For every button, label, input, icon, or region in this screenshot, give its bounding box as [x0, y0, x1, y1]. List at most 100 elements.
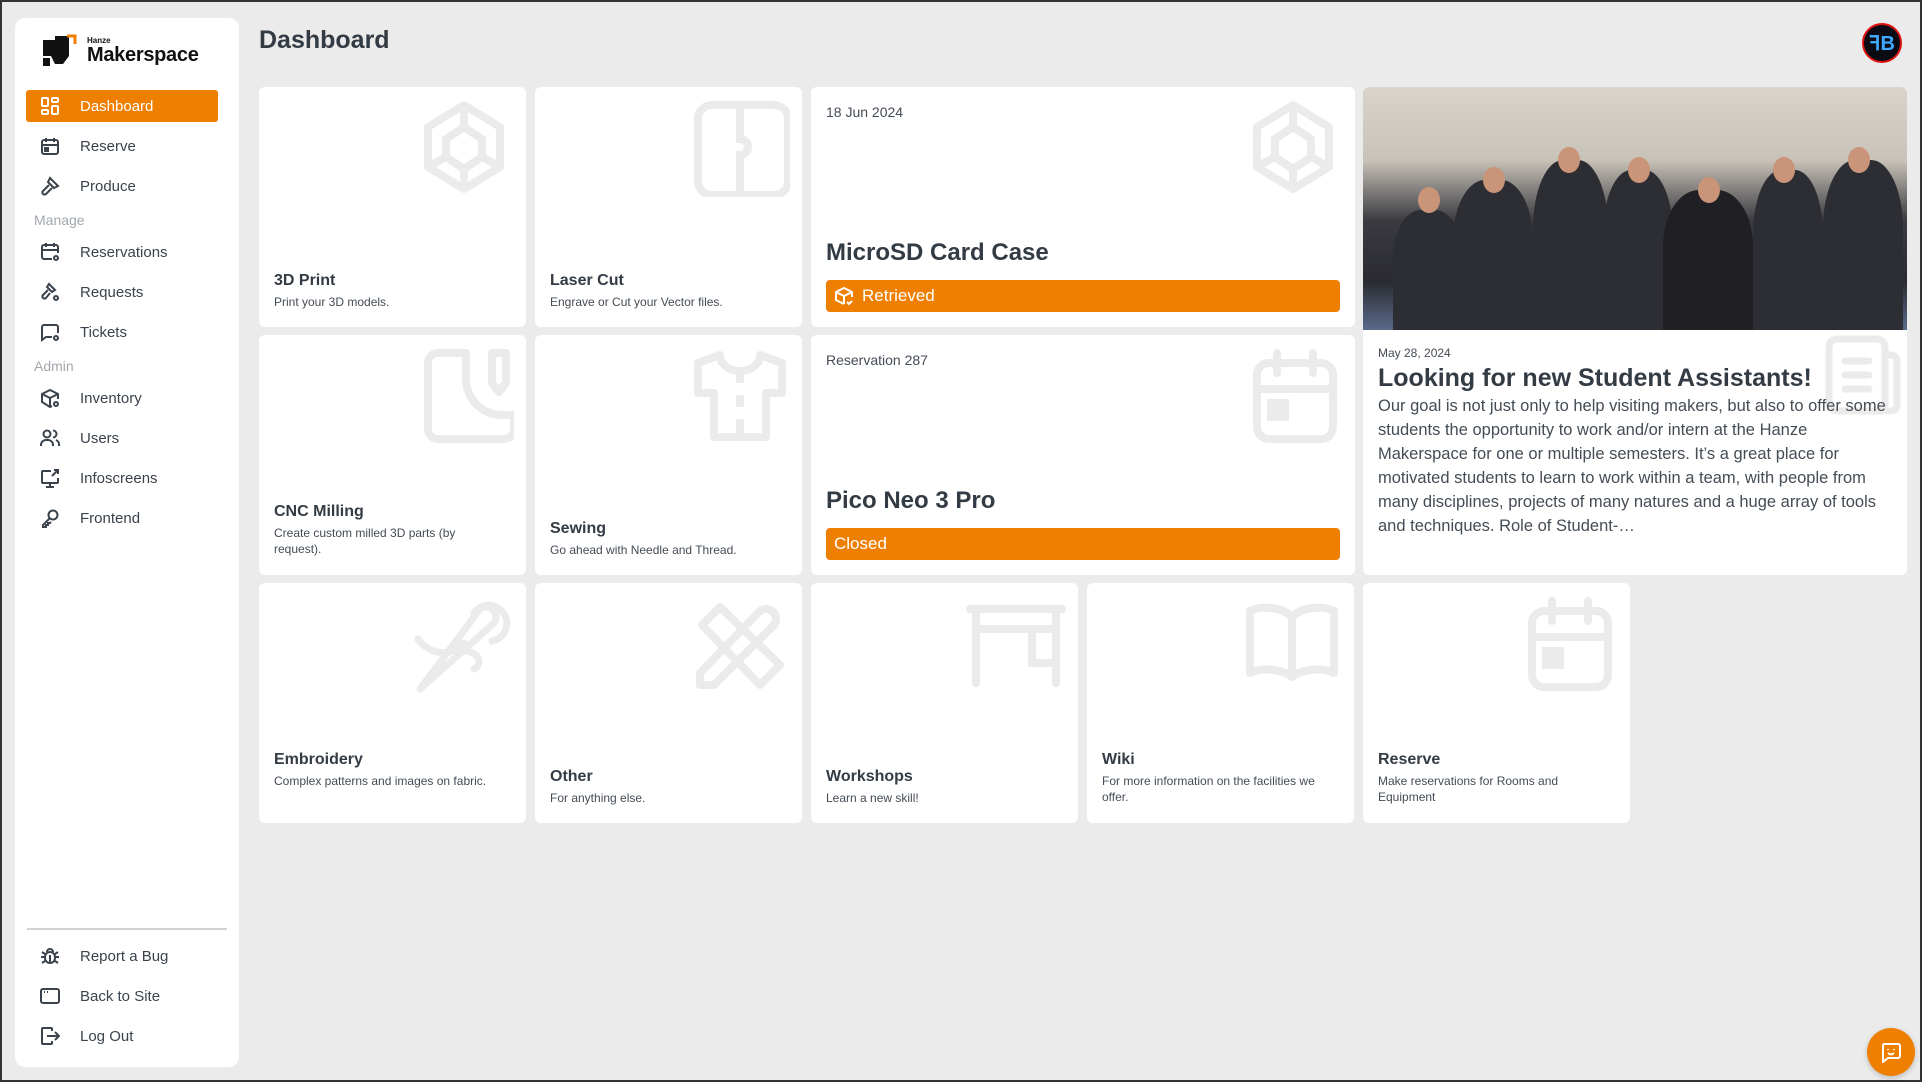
sidebar-item-label: Report a Bug	[80, 947, 169, 965]
sidebar-item-report-bug[interactable]: Report a Bug	[26, 940, 218, 972]
sidebar-item-requests[interactable]: Requests	[26, 276, 218, 308]
tile-title: Workshops	[826, 768, 913, 785]
sidebar-item-users[interactable]: Users	[26, 422, 218, 454]
makerspace-logo-icon	[43, 34, 77, 66]
tile-description: Print your 3D models.	[274, 295, 390, 309]
order-name: MicroSD Card Case	[826, 239, 1049, 266]
hammer-icon	[40, 176, 60, 196]
tile-description: Create custom milled 3D parts (by reques…	[274, 526, 456, 556]
tile-sewing[interactable]: Sewing Go ahead with Needle and Thread.	[535, 335, 802, 575]
tile-laser-cut[interactable]: Laser Cut Engrave or Cut your Vector fil…	[535, 87, 802, 327]
tile-title: 3D Print	[274, 272, 336, 289]
tile-other[interactable]: Other For anything else.	[535, 583, 802, 823]
book-icon	[1246, 603, 1338, 681]
sidebar-item-label: Produce	[80, 177, 136, 195]
cnc-icon	[424, 349, 514, 443]
order-date: 18 Jun 2024	[826, 104, 904, 120]
sidebar-item-label: Dashboard	[80, 97, 154, 115]
sidebar-item-label: Back to Site	[80, 987, 161, 1005]
brand-name: Makerspace	[87, 44, 199, 66]
sidebar-item-reservations[interactable]: Reservations	[26, 236, 218, 268]
tile-embroidery[interactable]: Embroidery Complex patterns and images o…	[259, 583, 526, 823]
dashboard-icon	[40, 96, 60, 116]
logo[interactable]: Hanze Makerspace	[41, 34, 199, 68]
sidebar: Hanze Makerspace Dashboard Reserve Produ…	[15, 18, 239, 1067]
status-card-reservation[interactable]: Reservation 287 Pico Neo 3 Pro Closed	[811, 335, 1355, 575]
tile-description: Make reservations for Rooms and Equipmen…	[1378, 774, 1559, 804]
key-icon	[40, 508, 60, 528]
tile-description: Engrave or Cut your Vector files.	[550, 295, 723, 309]
section-heading-manage: Manage	[34, 212, 85, 228]
chat-smile-icon	[1881, 1043, 1901, 1063]
tile-title: Laser Cut	[550, 272, 624, 289]
shirt-icon	[694, 351, 786, 441]
tile-3d-print[interactable]: 3D Print Print your 3D models.	[259, 87, 526, 327]
sidebar-item-label: Users	[80, 429, 120, 447]
sidebar-item-tickets[interactable]: Tickets	[26, 316, 218, 348]
tile-title: Other	[550, 768, 593, 785]
sidebar-item-label: Infoscreens	[80, 469, 158, 487]
tile-title: Embroidery	[274, 751, 363, 768]
sidebar-item-label: Requests	[80, 283, 144, 301]
footer-nav: Report a Bug Back to Site Log Out	[26, 940, 218, 1060]
tile-description: For more information on the facilities w…	[1102, 774, 1315, 804]
tile-cnc-milling[interactable]: CNC Milling Create custom milled 3D part…	[259, 335, 526, 575]
chat-button[interactable]	[1867, 1028, 1915, 1076]
section-heading-admin: Admin	[34, 358, 74, 374]
tile-title: Reserve	[1378, 751, 1441, 768]
sidebar-item-inventory[interactable]: Inventory	[26, 382, 218, 414]
sidebar-item-infoscreens[interactable]: Infoscreens	[26, 462, 218, 494]
sidebar-divider	[27, 928, 227, 930]
status-badge: Retrieved	[826, 280, 1340, 312]
calendar-icon	[1253, 349, 1337, 443]
tile-description: For anything else.	[550, 791, 646, 805]
screen-share-icon	[40, 468, 60, 488]
status-label: Closed	[834, 534, 887, 553]
tile-workshops[interactable]: Workshops Learn a new skill!	[811, 583, 1078, 823]
news-headline: Looking for new Student Assistants!	[1378, 364, 1812, 392]
sidebar-item-log-out[interactable]: Log Out	[26, 1020, 218, 1052]
status-label: Retrieved	[862, 286, 935, 305]
tile-wiki[interactable]: Wiki For more information on the facilit…	[1087, 583, 1354, 823]
tile-description: Learn a new skill!	[826, 791, 919, 805]
desk-icon	[966, 605, 1066, 687]
cube-icon	[424, 101, 504, 193]
sidebar-item-produce[interactable]: Produce	[26, 170, 218, 202]
tile-title: CNC Milling	[274, 503, 364, 520]
tools-icon	[696, 603, 784, 689]
sidebar-item-reserve[interactable]: Reserve	[26, 130, 218, 162]
sidebar-item-label: Tickets	[80, 323, 127, 341]
sidebar-item-label: Frontend	[80, 509, 141, 527]
message-gear-icon	[40, 322, 60, 342]
tile-reserve[interactable]: Reserve Make reservations for Rooms and …	[1363, 583, 1630, 823]
box-gear-icon	[40, 388, 60, 408]
reservation-item-name: Pico Neo 3 Pro	[826, 487, 996, 514]
bug-icon	[40, 946, 60, 966]
sidebar-item-frontend[interactable]: Frontend	[26, 502, 218, 534]
sidebar-item-label: Inventory	[80, 389, 142, 407]
news-date: May 28, 2024	[1378, 346, 1451, 360]
news-photo	[1363, 87, 1907, 330]
tile-title: Wiki	[1102, 751, 1135, 768]
sidebar-item-label: Reservations	[80, 243, 168, 261]
laser-cut-icon	[694, 101, 790, 197]
sidebar-item-back-to-site[interactable]: Back to Site	[26, 980, 218, 1012]
needle-icon	[414, 601, 511, 693]
calendar-gear-icon	[40, 242, 60, 262]
sidebar-item-label: Reserve	[80, 137, 136, 155]
status-card-order[interactable]: 18 Jun 2024 MicroSD Card Case Retrieved	[811, 87, 1355, 327]
calendar-icon	[40, 136, 60, 156]
status-badge: Closed	[826, 528, 1340, 560]
users-icon	[40, 428, 60, 448]
tile-description: Go ahead with Needle and Thread.	[550, 543, 737, 557]
calendar-icon	[1528, 597, 1612, 691]
news-body: Our goal is not just only to help visiti…	[1378, 397, 1886, 535]
sidebar-item-dashboard[interactable]: Dashboard	[26, 90, 218, 122]
cube-icon	[1253, 101, 1333, 193]
news-card[interactable]: May 28, 2024 Looking for new Student Ass…	[1363, 87, 1907, 575]
hammer-gear-icon	[40, 282, 60, 302]
user-avatar[interactable]: ꟻB	[1862, 23, 1902, 63]
browser-icon	[40, 986, 60, 1006]
page-title: Dashboard	[259, 26, 390, 54]
tile-title: Sewing	[550, 520, 607, 537]
